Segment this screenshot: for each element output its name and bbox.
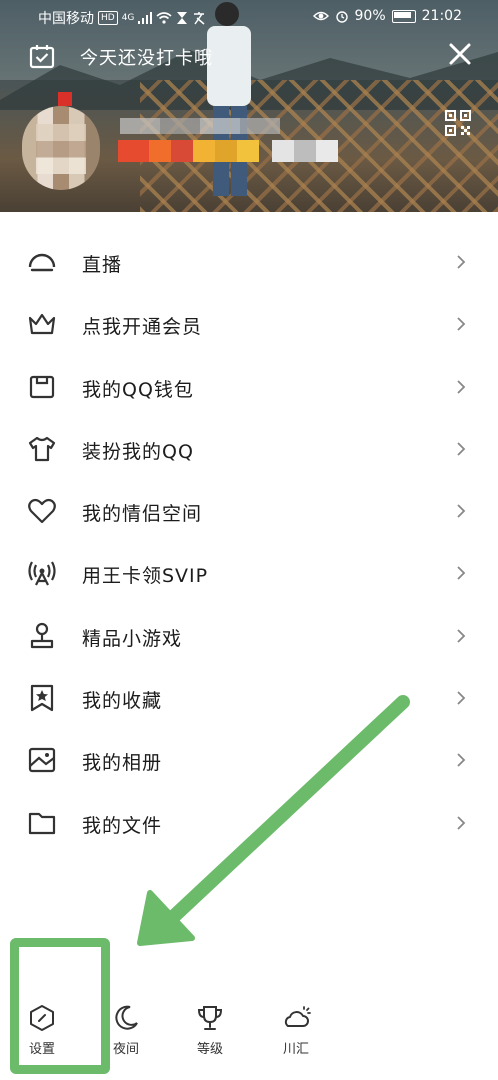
antenna-icon <box>28 561 56 586</box>
menu-label: 我的QQ钱包 <box>82 378 194 401</box>
menu-item-king-card[interactable]: 用王卡领SVIP <box>0 542 498 604</box>
wallet-icon <box>29 375 55 398</box>
status-bar: 中国移动 HD 4G 90% 21:02 <box>0 0 498 34</box>
profile-header: 中国移动 HD 4G 90% 21:02 今天还没打卡哦 <box>0 0 498 212</box>
menu-item-files[interactable]: 我的文件 <box>0 792 498 854</box>
highlight-box <box>10 938 110 1074</box>
menu-item-mini-games[interactable]: 精品小游戏 <box>0 605 498 667</box>
battery-icon <box>391 9 416 23</box>
close-icon[interactable] <box>446 40 474 68</box>
moon-icon <box>115 1005 138 1030</box>
battery-percent: 90% <box>354 8 386 24</box>
weather-cloud-icon <box>284 1006 311 1027</box>
menu-label: 精品小游戏 <box>82 627 183 650</box>
chevron-right-icon <box>457 753 466 768</box>
username-mosaic[interactable] <box>118 140 338 162</box>
menu-item-vip[interactable]: 点我开通会员 <box>0 293 498 355</box>
side-menu: 直播 点我开通会员 我的QQ钱包 装扮我的QQ 我的情侣空间 用王卡领SVIP … <box>0 231 498 854</box>
hourglass-icon <box>177 12 188 24</box>
translate-icon <box>194 12 205 25</box>
folder-icon <box>28 812 56 834</box>
live-icon <box>28 253 56 272</box>
chevron-right-icon <box>457 379 466 394</box>
star-bookmark-icon <box>30 684 54 712</box>
menu-item-wallet[interactable]: 我的QQ钱包 <box>0 356 498 418</box>
chevron-right-icon <box>457 816 466 830</box>
menu-item-album[interactable]: 我的相册 <box>0 729 498 791</box>
chevron-right-icon <box>457 504 466 518</box>
menu-label: 我的文件 <box>82 814 163 837</box>
menu-item-live[interactable]: 直播 <box>0 231 498 293</box>
photo-album-icon <box>28 748 56 773</box>
trophy-icon <box>197 1006 223 1030</box>
level-label: 等级 <box>196 1042 223 1057</box>
joystick-icon <box>30 622 54 648</box>
menu-label: 我的情侣空间 <box>82 503 203 526</box>
alarm-icon <box>335 11 348 23</box>
menu-label: 我的相册 <box>82 752 163 775</box>
chevron-right-icon <box>457 442 466 456</box>
crown-icon <box>28 314 56 335</box>
chevron-right-icon <box>457 566 466 581</box>
menu-item-couple-space[interactable]: 我的情侣空间 <box>0 480 498 542</box>
wifi-icon <box>156 12 172 24</box>
calendar-check-icon[interactable] <box>28 42 56 70</box>
weather-label: 川汇 <box>282 1042 309 1057</box>
qr-code-icon[interactable] <box>445 110 471 136</box>
hd-badge: HD <box>98 11 118 25</box>
chevron-right-icon <box>457 691 466 705</box>
network-label: 4G <box>121 13 135 23</box>
shirt-icon <box>28 436 56 461</box>
signature-mosaic <box>120 118 280 134</box>
menu-item-favorites[interactable]: 我的收藏 <box>0 667 498 729</box>
avatar-badge <box>58 92 72 106</box>
menu-label: 用王卡领SVIP <box>82 565 209 588</box>
avatar[interactable] <box>22 106 100 190</box>
menu-label: 我的收藏 <box>82 690 163 713</box>
menu-label: 点我开通会员 <box>82 316 203 339</box>
heart-icon <box>28 499 56 524</box>
menu-label: 装扮我的QQ <box>82 440 194 463</box>
weather-button[interactable]: 川汇 <box>266 1002 326 1057</box>
clock: 21:02 <box>421 8 462 24</box>
checkin-prompt[interactable]: 今天还没打卡哦 <box>80 44 213 70</box>
chevron-right-icon <box>457 629 466 643</box>
carrier-label: 中国移动 <box>38 11 94 27</box>
menu-label: 直播 <box>82 254 123 276</box>
signal-icon <box>138 12 153 24</box>
level-button[interactable]: 等级 <box>180 1002 240 1057</box>
chevron-right-icon <box>457 317 466 331</box>
chevron-right-icon <box>457 255 466 269</box>
menu-item-dressup[interactable]: 装扮我的QQ <box>0 418 498 480</box>
eye-icon <box>312 11 329 21</box>
